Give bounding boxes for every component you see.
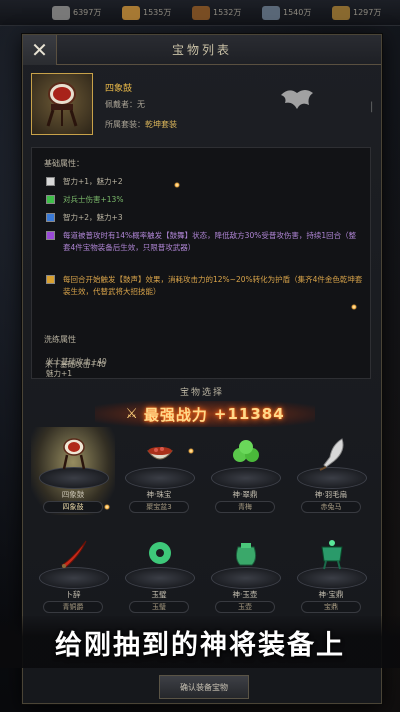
crossed-swords-icon: ⚔: [125, 406, 138, 422]
resource-grain: 1535万: [122, 5, 186, 20]
resource-value: 1535万: [143, 8, 172, 17]
treasure-slot[interactable]: 卜辞 青铜爵: [31, 527, 115, 615]
treasure-slot[interactable]: 神·翠鼎 青梅: [203, 427, 287, 515]
quality-white-icon: [46, 177, 55, 186]
treasure-owner: 四象鼓: [43, 501, 103, 513]
item-holder: 佩戴者：无: [105, 100, 145, 109]
sparkle: [104, 504, 110, 510]
sparkle: [351, 304, 357, 310]
treasure-slot[interactable]: 神·宝鼎 宝鼎: [289, 527, 373, 615]
resource-value: 1532万: [213, 8, 242, 17]
caption-bar: 给刚抽到的神将装备上: [0, 616, 400, 668]
treasure-owner: 聚宝盆3: [129, 501, 189, 513]
jade-cluster-icon: [233, 440, 259, 462]
treasure-owner: 赤兔马: [301, 501, 361, 513]
item-set-label: 所属套装：: [105, 120, 145, 129]
panel-header: 宝物列表: [23, 35, 381, 65]
treasure-owner: 玉璧: [129, 601, 189, 613]
attribute-row: 每道被普攻时有14%概率触发【鼓舞】状态，降低敌方30%受普攻伤害，持续1回合（…: [46, 230, 363, 254]
iron-icon: [262, 5, 280, 20]
power-banner: ⚔ 最强战力 +11384: [95, 401, 315, 427]
close-icon: ✕: [31, 38, 48, 62]
drum-icon: [46, 82, 78, 127]
quality-purple-icon: [46, 231, 55, 240]
item-set-name: 乾坤套装: [145, 120, 177, 129]
attribute-row: 智力+2，魅力+3: [46, 212, 363, 224]
attribute-text: 智力+1，魅力+2: [63, 177, 123, 186]
treasure-name: 玉璧: [151, 590, 167, 599]
treasure-name: 神·玉壶: [232, 590, 258, 599]
treasure-slot[interactable]: 神·珠宝 聚宝盆3: [117, 427, 201, 515]
item-name: 四象鼓: [105, 84, 133, 94]
item-portrait: [31, 73, 93, 135]
grain-icon: [122, 5, 140, 20]
treasure-name: 四象鼓: [61, 490, 85, 499]
resource-iron: 1540万: [262, 5, 326, 20]
treasure-name: 神·翠鼎: [232, 490, 258, 499]
quality-orange-icon: [46, 275, 55, 284]
treasure-name: 神·宝鼎: [318, 590, 344, 599]
treasure-slot[interactable]: 神·羽毛扇 赤兔马: [289, 427, 373, 515]
bowl-icon: [146, 447, 174, 460]
selection-title: 宝物选择: [179, 388, 224, 398]
attribute-text: 对兵士伤害+13%: [63, 195, 124, 204]
drum-icon: [62, 438, 86, 470]
sparkle: [188, 448, 194, 454]
jade-tripod-icon: [321, 540, 343, 570]
attribute-row: 对兵士伤害+13%: [46, 194, 363, 206]
treasure-slot[interactable]: 玉璧 玉璧: [117, 527, 201, 615]
quality-blue-icon: [46, 213, 55, 222]
red-blade-icon: [60, 540, 87, 568]
resource-value: 6397万: [73, 8, 102, 17]
attributes-box: 基础属性： 智力+1，魅力+2 对兵士伤害+13% 智力+2，魅力+3 每道被普…: [31, 147, 371, 379]
gold-coin-icon: [52, 5, 70, 20]
spirit-beast-icon: [281, 90, 313, 109]
power-value: +11384: [213, 405, 285, 423]
power-label: 最强战力: [143, 405, 208, 424]
attribute-row: 智力+1，魅力+2: [46, 176, 363, 188]
feather-fan-icon: [319, 438, 344, 471]
panel-title: 宝物列表: [171, 43, 232, 57]
quality-green-icon: [46, 195, 55, 204]
treasure-name: 神·羽毛扇: [314, 490, 348, 499]
close-button[interactable]: ✕: [23, 35, 57, 65]
treasure-owner: 青梅: [215, 501, 275, 513]
caption-text: 给刚抽到的神将装备上: [55, 629, 345, 661]
refine-line: 米十基础攻击+40: [45, 360, 106, 369]
attribute-text: 每回合开始触发【鼓声】效果，消耗攻击力的12%~20%转化为护盾（集齐4件金色乾…: [63, 275, 363, 296]
attribute-text: 智力+2，魅力+3: [63, 213, 123, 222]
treasure-owner: 青铜爵: [43, 601, 103, 613]
treasure-slot[interactable]: 四象鼓 四象鼓: [31, 427, 115, 515]
resource-value: 1540万: [283, 8, 312, 17]
item-set: 所属套装：乾坤套装: [105, 119, 177, 130]
treasure-name: 神·珠宝: [146, 490, 172, 499]
treasure-panel: 宝物列表 ✕ 四象鼓 佩戴者：无 所属套装：乾坤套装 │ 基础属性： 智力+1，…: [22, 34, 382, 704]
jade-disc-icon: [149, 542, 171, 564]
treasure-slot[interactable]: 神·玉壶 玉壶: [203, 527, 287, 615]
scroll-indicator[interactable]: │: [369, 103, 379, 113]
resource-horse: 1297万: [332, 5, 396, 20]
resource-wood: 1532万: [192, 5, 256, 20]
resource-bar: 6397万 1535万 1532万 1540万 1297万: [0, 0, 400, 26]
attributes-title: 基础属性：: [44, 159, 84, 168]
treasure-owner: 宝鼎: [301, 601, 361, 613]
resource-gold: 6397万: [52, 5, 116, 20]
resource-value: 1297万: [353, 8, 382, 17]
sparkle: [174, 182, 180, 188]
horse-icon: [332, 5, 350, 20]
jade-pot-icon: [235, 543, 257, 566]
attribute-row: 每回合开始触发【鼓声】效果，消耗攻击力的12%~20%转化为护盾（集齐4件金色乾…: [46, 274, 363, 298]
confirm-equip-button[interactable]: 确认装备宝物: [159, 675, 249, 699]
wood-icon: [192, 5, 210, 20]
treasure-name: 卜辞: [65, 590, 81, 599]
refine-title: 洗练属性: [44, 335, 76, 344]
treasure-owner: 玉壶: [215, 601, 275, 613]
attribute-text: 每道被普攻时有14%概率触发【鼓舞】状态，降低敌方30%受普攻伤害，持续1回合（…: [63, 231, 357, 252]
